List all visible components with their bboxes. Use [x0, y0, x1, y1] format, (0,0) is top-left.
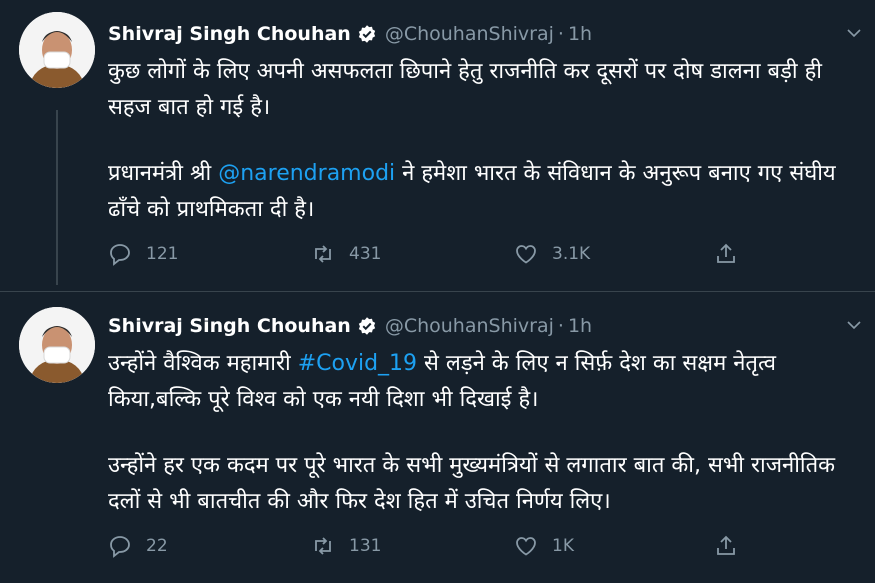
reply-button[interactable]: 121 [108, 242, 178, 266]
thread-line [56, 110, 58, 285]
timestamp[interactable]: 1h [568, 315, 592, 337]
timestamp[interactable]: 1h [568, 23, 592, 45]
separator-dot: · [557, 315, 564, 337]
share-icon [717, 243, 735, 263]
tweet-text: उन्होंने वैश्विक महामारी #Covid_19 से लड… [108, 346, 848, 520]
tweet-card[interactable]: Shivraj Singh Chouhan @ChouhanShivraj · … [0, 292, 875, 583]
tweet-text: कुछ लोगों के लिए अपनी असफलता छिपाने हेतु… [108, 54, 848, 228]
mention-link[interactable]: @narendramodi [218, 161, 395, 186]
action-bar: 22 131 1K [108, 534, 748, 564]
tweet-card[interactable]: Shivraj Singh Chouhan @ChouhanShivraj · … [0, 0, 875, 292]
share-icon [717, 535, 735, 555]
like-count: 3.1K [552, 244, 591, 264]
hashtag-link[interactable]: #Covid_19 [298, 351, 417, 376]
verified-badge-icon [358, 25, 375, 43]
heart-icon [516, 245, 536, 264]
text-segment: उन्होंने वैश्विक महामारी [108, 351, 298, 376]
share-button[interactable] [714, 534, 752, 558]
avatar[interactable] [19, 12, 95, 88]
reply-count: 22 [146, 536, 168, 556]
action-bar: 121 431 3.1K [108, 242, 748, 272]
text-segment: प्रधानमंत्री श्री [108, 161, 219, 186]
like-count: 1K [552, 536, 574, 556]
reply-icon [110, 244, 130, 266]
retweet-button[interactable]: 131 [311, 534, 381, 558]
like-button[interactable]: 1K [514, 534, 574, 558]
tweet-header: Shivraj Singh Chouhan @ChouhanShivraj · … [108, 312, 592, 340]
verified-badge-icon [358, 317, 375, 335]
retweet-count: 431 [349, 244, 382, 264]
separator-dot: · [557, 23, 564, 45]
chevron-down-icon[interactable] [845, 316, 863, 334]
author-name[interactable]: Shivraj Singh Chouhan [108, 23, 351, 45]
avatar-image [19, 12, 95, 88]
retweet-icon [315, 537, 331, 555]
chevron-down-icon[interactable] [845, 24, 863, 42]
retweet-count: 131 [349, 536, 382, 556]
author-handle[interactable]: @ChouhanShivraj [385, 23, 554, 45]
like-button[interactable]: 3.1K [514, 242, 590, 266]
tweet-paragraph: उन्होंने हर एक कदम पर पूरे भारत के सभी म… [108, 453, 836, 514]
reply-count: 121 [146, 244, 179, 264]
retweet-button[interactable]: 431 [311, 242, 381, 266]
tweet-paragraph: प्रधानमंत्री श्री @narendramodi ने हमेशा… [108, 156, 848, 228]
avatar-image [19, 307, 95, 383]
heart-icon [516, 537, 536, 556]
reply-button[interactable]: 22 [108, 534, 168, 558]
avatar[interactable] [19, 307, 95, 383]
tweet-header: Shivraj Singh Chouhan @ChouhanShivraj · … [108, 20, 592, 48]
author-handle[interactable]: @ChouhanShivraj [385, 315, 554, 337]
author-name[interactable]: Shivraj Singh Chouhan [108, 315, 351, 337]
tweet-paragraph: उन्होंने वैश्विक महामारी #Covid_19 से लड… [108, 346, 848, 418]
tweet-paragraph: कुछ लोगों के लिए अपनी असफलता छिपाने हेतु… [108, 59, 822, 120]
reply-icon [110, 536, 130, 558]
retweet-icon [315, 245, 331, 263]
share-button[interactable] [714, 242, 752, 266]
